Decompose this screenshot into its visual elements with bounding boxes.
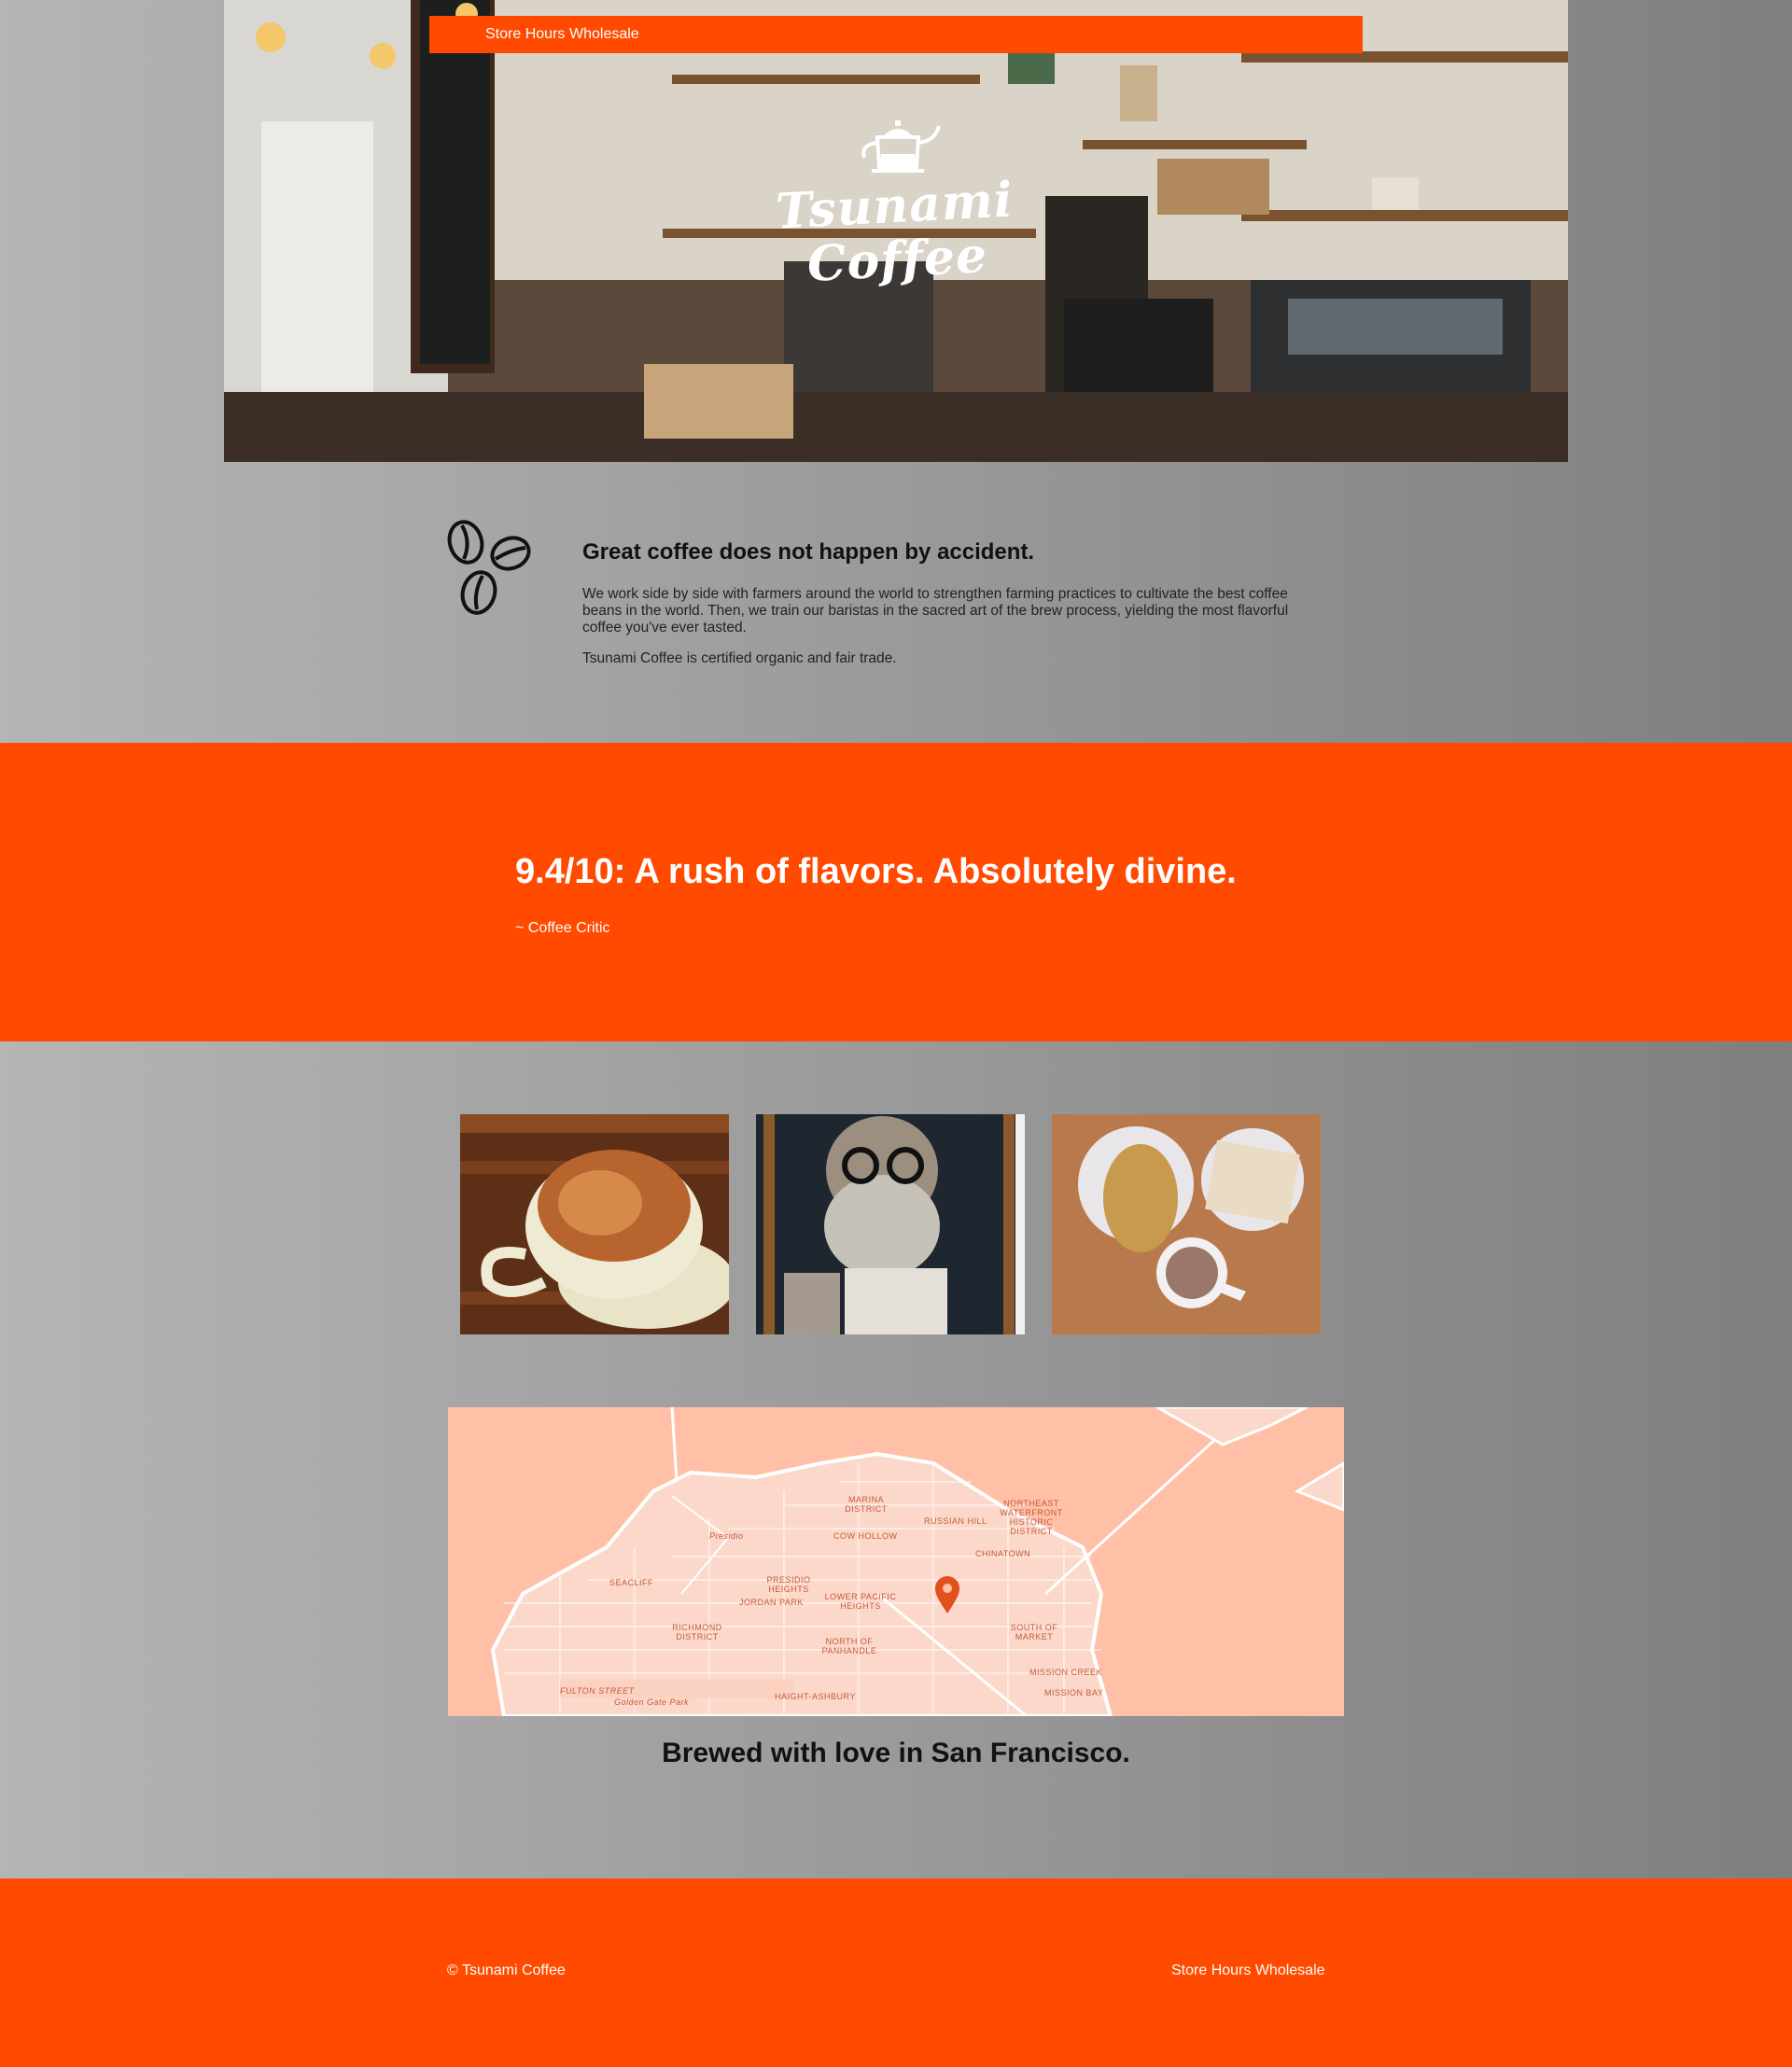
map-label-russian-hill: RUSSIAN HILL [924,1516,987,1526]
coffee-beans-icon [447,520,531,615]
quote-section [0,743,1792,1041]
footer-link-wholesale[interactable]: Wholesale [1255,1962,1325,1978]
map-label-mission-bay: MISSION BAY [1044,1688,1104,1697]
map-label-mission-creek: MISSION CREEK [1029,1668,1103,1677]
intro-heading: Great coffee does not happen by accident… [582,539,1035,565]
map-label-richmond-district: RICHMOND DISTRICT [672,1623,722,1641]
intro-certification: Tsunami Coffee is certified organic and … [582,650,897,666]
map-pin-icon [935,1576,959,1613]
footer-copyright: © Tsunami Coffee [447,1962,566,1978]
photo-man-with-mug [756,1114,1025,1334]
map-label-north-of-panhandle: NORTH OF PANHANDLE [821,1637,877,1655]
kettle-icon [861,120,941,173]
map-caption: Brewed with love in San Francisco. [662,1738,1130,1768]
map-label-presidio: Presidio [709,1531,744,1541]
intro-body: We work side by side with farmers around… [582,586,1289,635]
nav-link-wholesale[interactable]: Wholesale [569,16,639,53]
logo-line-2: Coffee [805,226,989,293]
photo-cappuccino [460,1114,729,1334]
map-label-lower-pacific-heights: LOWER PACIFIC HEIGHTS [824,1592,897,1611]
footer-link-store-hours[interactable]: Store Hours [1171,1962,1251,1978]
san-francisco-map[interactable]: MARINA DISTRICT NORTHEAST WATERFRONT HIS… [448,1407,1344,1716]
photo-breakfast-plates [1052,1114,1321,1334]
nav-link-store-hours[interactable]: Store Hours [485,16,565,53]
map-label-northeast-waterfront: NORTHEAST WATERFRONT HISTORIC DISTRICT [1000,1499,1063,1536]
review-author: ~ Coffee Critic [515,920,610,936]
map-label-golden-gate-park: Golden Gate Park [614,1697,690,1707]
map-label-presidio-heights: PRESIDIO HEIGHTS [766,1575,811,1594]
map-label-fulton-street: FULTON STREET [560,1686,635,1696]
map-label-south-of-market: SOUTH OF MARKET [1010,1623,1058,1641]
review-quote: 9.4/10: A rush of flavors. Absolutely di… [515,852,1237,891]
tsunami-coffee-logo: Tsunami Coffee [775,120,1017,308]
top-nav-bar: Store Hours Wholesale [429,16,1363,53]
footer-links: Store Hours Wholesale [1171,1962,1325,1979]
footer [0,1878,1792,2067]
map-label-seacliff: SEACLIFF [609,1578,654,1587]
map-label-cow-hollow: COW HOLLOW [833,1531,898,1541]
map-label-haight-ashbury: HAIGHT-ASHBURY [775,1692,856,1701]
map-label-jordan-park: JORDAN PARK [739,1598,804,1607]
map-label-marina: MARINA DISTRICT [845,1495,888,1514]
map-label-chinatown: CHINATOWN [975,1549,1031,1558]
